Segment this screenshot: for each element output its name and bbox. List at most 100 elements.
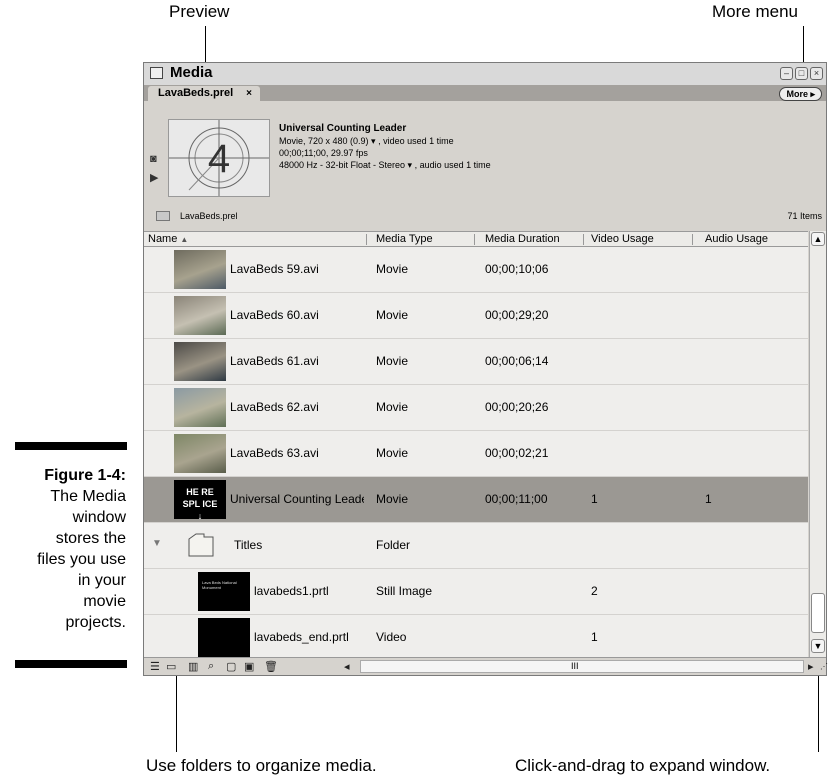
item-name: Titles xyxy=(234,538,263,552)
column-name[interactable]: Name ▲ xyxy=(148,233,188,245)
table-row[interactable]: HE RE SPL ICE ↓ Universal Counting Leade Mov… xyxy=(144,477,808,523)
table-row[interactable]: Lava Beds National Monument lavabeds1.prt… xyxy=(144,569,808,615)
tab-lavabeds[interactable]: LavaBeds.prel × xyxy=(148,86,260,101)
scroll-thumb[interactable] xyxy=(811,593,825,633)
find-icon[interactable]: ⌕ xyxy=(208,660,214,673)
callout-drag: Click-and-drag to expand window. xyxy=(515,756,771,775)
countdown-leader-graphic: 4 xyxy=(169,120,269,196)
table-row[interactable]: lavabeds_end.prtl Video 1 xyxy=(144,615,808,657)
black-thumbnail xyxy=(198,618,250,657)
item-media-duration: 00;00;11;00 xyxy=(485,492,548,506)
table-row[interactable]: LavaBeds 59.avi Movie 00;00;10;06 xyxy=(144,247,808,293)
scroll-down-icon[interactable]: ▼ xyxy=(811,639,825,653)
item-media-duration: 00;00;02;21 xyxy=(485,446,549,460)
figure-top-bar xyxy=(15,442,127,450)
icon-view-icon[interactable]: ▭ xyxy=(166,660,176,673)
column-video-usage[interactable]: Video Usage xyxy=(591,233,654,245)
item-media-type: Movie xyxy=(376,262,409,276)
item-name: LavaBeds 61.avi xyxy=(230,354,319,368)
figure-label: Figure 1-4: xyxy=(44,467,126,484)
new-bin-icon[interactable]: ▢ xyxy=(226,660,236,673)
figure-caption-line: window xyxy=(72,509,126,526)
maximize-icon[interactable]: □ xyxy=(795,67,808,80)
item-media-type: Video xyxy=(376,630,407,644)
item-video-usage: 2 xyxy=(591,584,598,598)
preview-thumbnail: 4 xyxy=(168,119,270,197)
item-media-duration: 00;00;20;26 xyxy=(485,400,549,414)
item-name: LavaBeds 63.avi xyxy=(230,446,319,460)
video-thumbnail xyxy=(174,388,226,427)
table-row[interactable]: LavaBeds 63.avi Movie 00;00;02;21 xyxy=(144,431,808,477)
hscroll-grip: III xyxy=(571,661,579,671)
countdown-digit: 4 xyxy=(208,137,230,181)
video-thumbnail xyxy=(174,342,226,381)
column-media-type[interactable]: Media Type xyxy=(376,233,433,245)
item-media-duration: 00;00;10;06 xyxy=(485,262,549,276)
minimize-icon[interactable]: – xyxy=(780,67,793,80)
figure-caption-line: files you use xyxy=(37,551,126,568)
preview-area: ◙ ▶ 4 Universal Counting Leader Movie, 7… xyxy=(144,101,826,207)
clip-video-info: Movie, 720 x 480 (0.9) ▾ , video used 1 … xyxy=(279,136,454,146)
automate-to-sequence-icon[interactable]: ▥ xyxy=(188,660,198,673)
item-audio-usage: 1 xyxy=(705,492,712,506)
clip-info: Universal Counting Leader Movie, 720 x 4… xyxy=(279,123,491,171)
window-titlebar[interactable]: Media – □ × xyxy=(144,63,826,85)
tab-close-icon[interactable]: × xyxy=(246,86,252,101)
more-button[interactable]: More ▸ xyxy=(779,87,822,101)
item-media-type: Movie xyxy=(376,308,409,322)
clip-name: Universal Counting Leader xyxy=(279,123,407,134)
media-window: Media – □ × LavaBeds.prel × More ▸ ◙ ▶ 4… xyxy=(143,62,828,676)
new-item-icon[interactable]: ▣ xyxy=(244,660,254,673)
clip-duration-info: 00;00;11;00, 29.97 fps xyxy=(279,148,368,158)
item-media-duration: 00;00;06;14 xyxy=(485,354,549,368)
poster-frame-icon[interactable]: ◙ xyxy=(150,153,157,165)
folder-icon xyxy=(186,531,238,570)
item-name: LavaBeds 59.avi xyxy=(230,262,319,276)
clip-audio-info: 48000 Hz - 32-bit Float - Stereo ▾ , aud… xyxy=(279,160,491,170)
item-name: lavabeds_end.prtl xyxy=(254,630,349,644)
figure-caption: Figure 1-4: The Media window stores the fil… xyxy=(0,465,126,633)
vertical-scrollbar[interactable]: ▲ ▼ xyxy=(809,231,826,657)
delete-icon[interactable]: 🗑 xyxy=(264,660,278,673)
path-row: LavaBeds.prel 71 Items xyxy=(144,207,826,231)
item-media-type: Movie xyxy=(376,446,409,460)
horizontal-scrollbar[interactable]: III xyxy=(360,660,804,673)
scroll-left-icon[interactable]: ◂ xyxy=(344,660,350,673)
scroll-up-icon[interactable]: ▲ xyxy=(811,232,825,246)
item-media-type: Movie xyxy=(376,492,409,506)
list-view-icon[interactable]: ☰ xyxy=(150,660,160,673)
video-thumbnail xyxy=(174,434,226,473)
table-row[interactable]: LavaBeds 60.avi Movie 00;00;29;20 xyxy=(144,293,808,339)
scroll-right-icon[interactable]: ▸ xyxy=(808,660,814,673)
video-thumbnail xyxy=(174,296,226,335)
close-icon[interactable]: × xyxy=(810,67,823,80)
leader-thumbnail: HE RE SPL ICE ↓ xyxy=(174,480,226,521)
callout-more-menu: More menu xyxy=(712,2,798,21)
item-media-type: Still Image xyxy=(376,584,433,598)
table-row[interactable]: LavaBeds 62.avi Movie 00;00;20;26 xyxy=(144,385,808,431)
parent-folder-icon[interactable] xyxy=(156,211,170,221)
video-thumbnail xyxy=(174,250,226,289)
item-video-usage: 1 xyxy=(591,492,598,506)
callout-folders: Use folders to organize media. xyxy=(146,756,377,775)
item-name: Universal Counting Leade xyxy=(230,492,364,506)
figure-caption-line: projects. xyxy=(65,614,126,631)
callout-preview: Preview xyxy=(169,2,230,21)
column-media-duration[interactable]: Media Duration xyxy=(485,233,560,245)
bottom-toolbar: ☰ ▭ ▥ ⌕ ▢ ▣ 🗑 ◂ III ▸ ⋰ xyxy=(144,657,828,675)
figure-caption-line: movie xyxy=(83,593,126,610)
window-title: Media xyxy=(170,64,213,81)
item-media-duration: 00;00;29;20 xyxy=(485,308,549,322)
tab-strip: LavaBeds.prel × More ▸ xyxy=(144,85,826,101)
play-icon[interactable]: ▶ xyxy=(150,171,158,184)
table-row[interactable]: LavaBeds 61.avi Movie 00;00;06;14 xyxy=(144,339,808,385)
figure-caption-line: The Media xyxy=(50,488,126,505)
column-audio-usage[interactable]: Audio Usage xyxy=(705,233,768,245)
item-name: lavabeds1.prtl xyxy=(254,584,329,598)
expand-triangle-icon[interactable]: ▼ xyxy=(152,538,162,549)
sort-ascending-icon: ▲ xyxy=(180,235,189,244)
tab-label: LavaBeds.prel xyxy=(158,87,234,99)
resize-grip-icon[interactable]: ⋰ xyxy=(820,662,828,671)
folder-row[interactable]: ▼ Titles Folder xyxy=(144,523,808,569)
figure-caption-line: stores the xyxy=(55,530,126,547)
